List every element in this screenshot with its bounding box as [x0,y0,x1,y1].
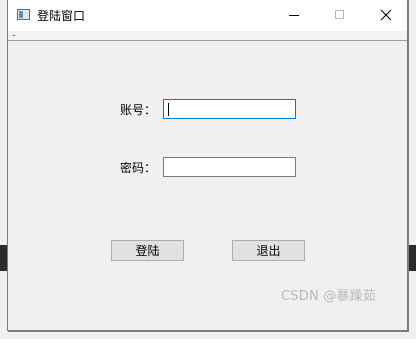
account-input[interactable] [163,99,296,119]
window-app-icon [17,9,30,20]
minimize-button[interactable] [271,0,317,31]
minimize-icon [289,15,299,16]
maximize-icon [335,10,344,19]
menu-bar-marker [13,35,15,36]
close-button[interactable] [363,0,409,31]
exit-button[interactable]: 退出 [232,240,305,261]
password-label: 密码： [120,161,157,175]
background-window-right [409,0,416,339]
title-bar[interactable]: 登陆窗口 [8,0,407,31]
menu-bar [8,31,407,40]
text-caret [168,103,169,116]
login-button[interactable]: 登陆 [111,240,184,261]
close-icon [380,9,392,21]
menu-bar-divider [8,40,407,41]
window-title: 登陆窗口 [37,9,86,23]
password-input[interactable] [163,157,296,177]
background-taskbar-right [409,245,416,271]
maximize-button[interactable] [317,0,363,31]
login-window: 登陆窗口 账号： 密码： 登陆 退出 CSDN @暴躁茹 [7,0,408,331]
background-strip-bottom [0,332,416,339]
watermark-text: CSDN @暴躁茹 [281,289,376,304]
account-label: 账号： [120,103,157,117]
